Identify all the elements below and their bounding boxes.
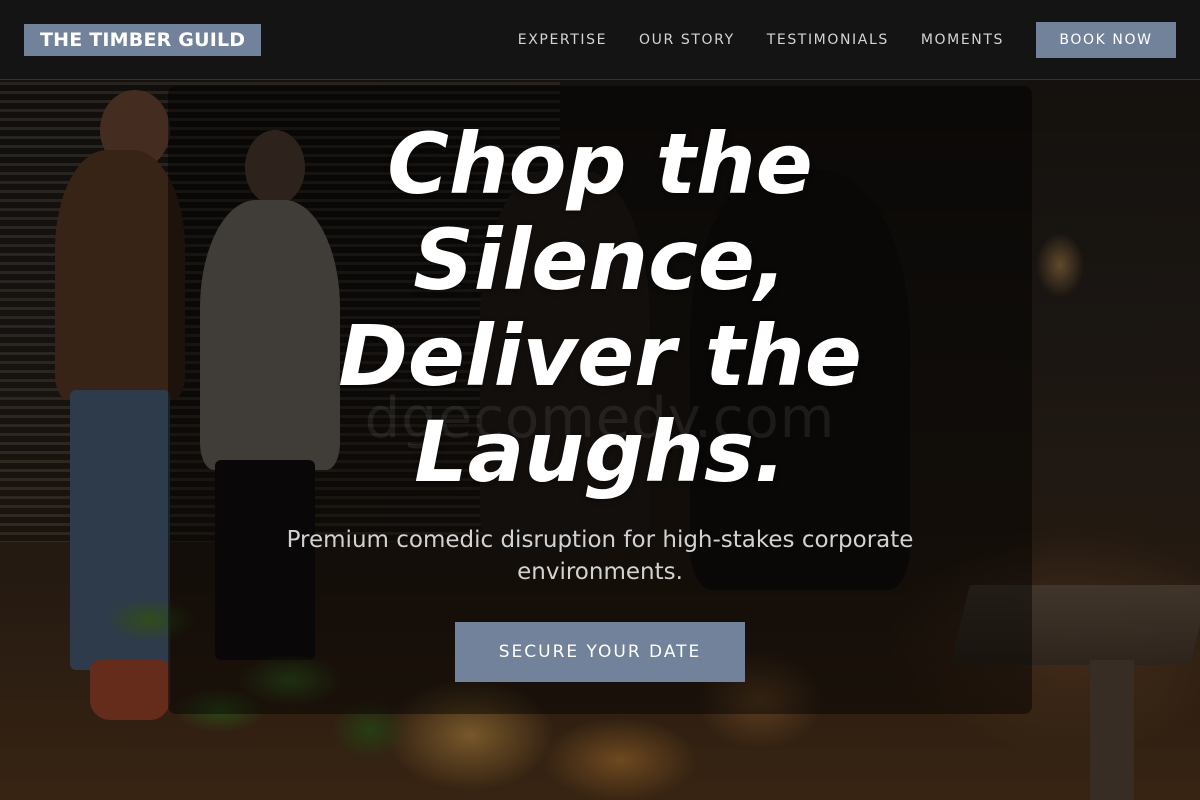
- nav-link-expertise[interactable]: EXPERTISE: [518, 32, 607, 48]
- hero-title: Chop the Silence, Deliver the Laughs.: [168, 116, 1032, 500]
- nav-link-testimonials[interactable]: TESTIMONIALS: [767, 32, 889, 48]
- nav-link-moments[interactable]: MOMENTS: [921, 32, 1004, 48]
- hero-title-line: Silence,: [413, 211, 787, 309]
- secure-your-date-button[interactable]: SECURE YOUR DATE: [455, 622, 745, 682]
- hero-subtitle: Premium comedic disruption for high-stak…: [286, 527, 914, 585]
- hero-title-line: Chop the: [387, 115, 813, 213]
- page: THE TIMBER GUILD EXPERTISE OUR STORY TES…: [0, 0, 1200, 800]
- top-navbar: THE TIMBER GUILD EXPERTISE OUR STORY TES…: [0, 0, 1200, 80]
- hero-section: dgecomedy.com Chop the Silence, Deliver …: [168, 86, 1032, 714]
- hero-title-line: Deliver the: [338, 307, 862, 405]
- hero-title-line: Laughs.: [414, 403, 786, 501]
- book-now-button[interactable]: BOOK NOW: [1036, 22, 1176, 58]
- nav-link-our-story[interactable]: OUR STORY: [639, 32, 735, 48]
- nav-links: EXPERTISE OUR STORY TESTIMONIALS MOMENTS: [518, 0, 1004, 80]
- brand-logo[interactable]: THE TIMBER GUILD: [24, 24, 262, 56]
